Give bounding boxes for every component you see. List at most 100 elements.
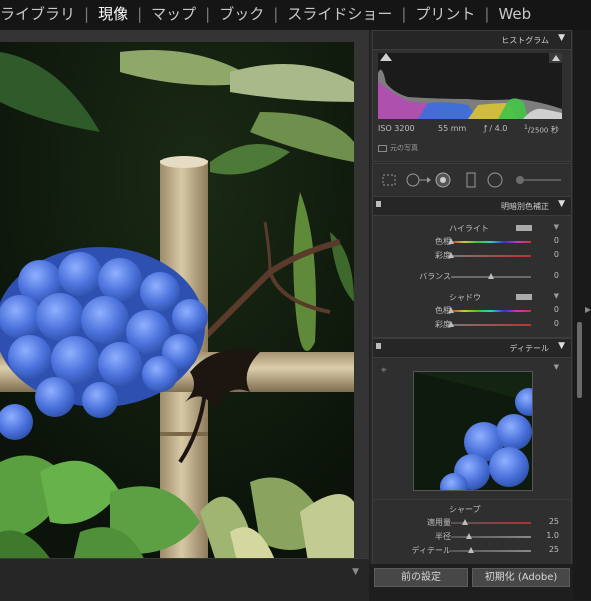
shadows-hue-row: 色相 0: [373, 305, 571, 317]
saturation-slider[interactable]: [451, 255, 531, 257]
highlights-label: ハイライト: [449, 224, 489, 233]
detail-title: ディテール: [509, 344, 549, 353]
photo-image[interactable]: [0, 42, 354, 574]
slider-knob[interactable]: [468, 547, 474, 553]
panel-expand-icon[interactable]: ▶: [585, 305, 591, 314]
saturation-value[interactable]: 0: [554, 319, 559, 328]
histogram-header[interactable]: ヒストグラム ▼: [373, 31, 571, 50]
crop-tool-icon[interactable]: [382, 174, 396, 186]
nav-item-1[interactable]: 現像: [98, 3, 128, 24]
slider-knob[interactable]: [448, 307, 454, 313]
photo-illustration: [0, 42, 354, 574]
highlights-picker-icon[interactable]: ▼: [554, 223, 559, 231]
split-toning-title: 明暗別色補正: [501, 202, 549, 211]
tool-strip: [372, 163, 572, 197]
saturation-slider[interactable]: [451, 324, 531, 326]
exif-shutter: 1/2500 秒: [524, 124, 559, 135]
detail-label: ディテール: [411, 546, 451, 555]
detail-divider: [373, 499, 571, 500]
balance-value[interactable]: 0: [554, 271, 559, 280]
nav-item-0[interactable]: ライブラリ: [0, 3, 75, 24]
nav-separator: |: [401, 5, 407, 23]
shadows-label: シャドウ: [449, 293, 481, 302]
reset-button[interactable]: 初期化 (Adobe): [472, 568, 570, 587]
photo-preview-area: [0, 30, 369, 574]
slider-knob[interactable]: [461, 519, 468, 525]
module-list: ライブラリ | 現像 | マップ | ブック | スライドショー | プリント | Web: [0, 3, 531, 24]
nav-item-5[interactable]: プリント: [415, 3, 475, 24]
split-toning-panel: 明暗別色補正 ▼ ハイライト ▼ 色相 0 彩度 0 バランス 0 シャドウ ▼…: [372, 196, 572, 338]
previous-settings-button[interactable]: 前の設定: [374, 568, 468, 587]
spot-removal-icon[interactable]: [406, 173, 431, 187]
sharpening-label: シャープ: [449, 505, 481, 514]
module-picker: ライブラリ | 現像 | マップ | ブック | スライドショー | プリント | Web: [0, 0, 591, 30]
detail-zoom-preview[interactable]: [413, 371, 533, 491]
redeye-tool-icon[interactable]: [435, 172, 451, 188]
slider-knob[interactable]: [465, 533, 472, 539]
slider-knob[interactable]: [448, 321, 454, 327]
adjustment-brush-icon[interactable]: [516, 176, 561, 184]
nav-separator: |: [84, 5, 90, 23]
exif-iso: ISO 3200: [378, 124, 415, 133]
develop-right-panel: ヒストグラム ▼ ISO 3200 55 mm ƒ / 4.0 1/2500 秒: [370, 30, 573, 600]
target-adjust-icon[interactable]: ⌖: [381, 365, 387, 376]
original-photo-label: 元の写真: [390, 144, 418, 152]
sharpen-amount-row: 適用量 25: [373, 517, 571, 529]
shadows-subheader: シャドウ ▼: [373, 291, 571, 303]
panel-scrollbar-thumb[interactable]: [577, 322, 582, 398]
original-photo-toggle[interactable]: 元の写真: [378, 143, 418, 153]
filmstrip-bar: ▼: [0, 558, 369, 601]
histogram-chart: [378, 53, 562, 119]
sharpen-radius-row: 半径 1.0: [373, 531, 571, 543]
nav-item-6[interactable]: Web: [498, 5, 531, 23]
detail-slider[interactable]: [451, 550, 531, 552]
zoom-preview-image: [414, 372, 532, 490]
panel-button-bar: 前の設定 初期化 (Adobe): [370, 564, 573, 600]
slider-knob[interactable]: [488, 273, 494, 279]
highlights-color-swatch[interactable]: [516, 225, 532, 231]
shadows-picker-icon[interactable]: ▼: [554, 292, 559, 300]
exif-aperture: ƒ / 4.0: [484, 124, 508, 133]
radius-label: 半径: [435, 532, 451, 541]
detail-preview-triangle-icon[interactable]: ▼: [554, 363, 559, 371]
split-toning-header[interactable]: 明暗別色補正 ▼: [373, 197, 571, 216]
exif-focal: 55 mm: [438, 124, 467, 133]
graduated-filter-icon[interactable]: [466, 172, 476, 188]
detail-panel: ディテール ▼ ⌖ ▼ シャープ 適用量 25 半径 1.0 ディテール 25: [372, 338, 572, 566]
histogram-title: ヒストグラム: [501, 36, 549, 45]
nav-item-3[interactable]: ブック: [219, 3, 264, 24]
collapse-triangle-icon[interactable]: ▼: [558, 33, 565, 43]
radial-filter-icon[interactable]: [487, 172, 503, 188]
highlights-sat-row: 彩度 0: [373, 250, 571, 262]
radius-slider[interactable]: [451, 536, 531, 538]
histogram-graph[interactable]: [378, 53, 562, 119]
shadows-color-swatch[interactable]: [516, 294, 532, 300]
panel-scrollbar-track[interactable]: [573, 30, 591, 600]
tool-icons: [382, 172, 561, 188]
slider-knob[interactable]: [448, 252, 454, 258]
detail-value[interactable]: 25: [549, 545, 559, 554]
balance-label: バランス: [419, 272, 451, 281]
hue-slider[interactable]: [451, 241, 531, 243]
balance-row: バランス 0: [373, 271, 571, 283]
panel-switch-icon[interactable]: [376, 201, 381, 207]
hue-value[interactable]: 0: [554, 236, 559, 245]
collapse-triangle-icon[interactable]: ▼: [558, 341, 565, 351]
radius-value[interactable]: 1.0: [546, 531, 559, 540]
sharpen-detail-row: ディテール 25: [373, 545, 571, 557]
nav-item-4[interactable]: スライドショー: [287, 3, 392, 24]
shadows-sat-row: 彩度 0: [373, 319, 571, 331]
highlights-hue-row: 色相 0: [373, 236, 571, 248]
collapse-triangle-icon[interactable]: ▼: [558, 199, 565, 209]
highlights-subheader: ハイライト ▼: [373, 222, 571, 234]
original-photo-checkbox[interactable]: [378, 144, 387, 152]
hue-value[interactable]: 0: [554, 305, 559, 314]
nav-item-2[interactable]: マップ: [151, 3, 196, 24]
amount-value[interactable]: 25: [549, 517, 559, 526]
saturation-value[interactable]: 0: [554, 250, 559, 259]
slider-knob[interactable]: [448, 238, 454, 244]
panel-switch-icon[interactable]: [376, 343, 381, 349]
filmstrip-toggle-icon[interactable]: ▼: [352, 567, 359, 577]
detail-header[interactable]: ディテール ▼: [373, 339, 571, 358]
hue-slider[interactable]: [451, 310, 531, 312]
